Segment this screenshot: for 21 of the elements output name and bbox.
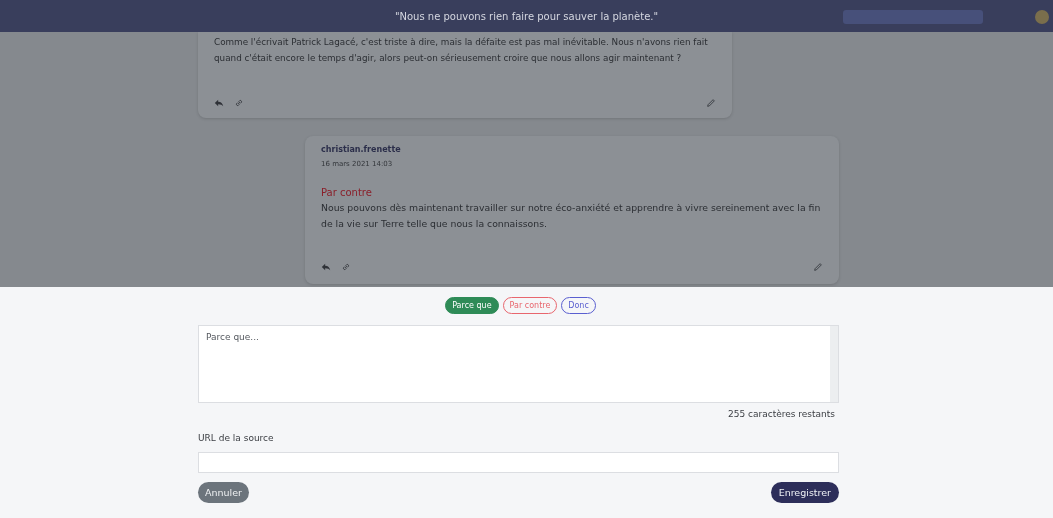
connector-label: Par contre (321, 187, 373, 198)
save-button[interactable]: Enregistrer (770, 482, 839, 503)
scrollbar[interactable] (830, 326, 838, 402)
page-title: "Nous ne pouvons rien faire pour sauver la planète." (394, 10, 659, 22)
source-url-field[interactable] (198, 452, 839, 473)
reply-icon[interactable] (214, 98, 224, 108)
pencil-icon[interactable] (813, 262, 823, 272)
comment-text: Nous pouvons dès maintenant travailler sur notre éco-anxiété et apprendre à vivre sereinement avec la fin de la vie sur Terre telle que nous la connaissons. (321, 201, 822, 231)
message-field[interactable]: Parce que... (198, 325, 839, 403)
cancel-button[interactable]: Annuler (198, 482, 249, 503)
field-label: URL de la source (198, 433, 275, 443)
pencil-icon[interactable] (706, 98, 716, 108)
comment-text: Comme l'écrivait Patrick Lagacé, c'est triste à dire, mais la défaite est pas mal inévitable. Nous n'avons rien fait (214, 36, 709, 49)
reply-icon[interactable] (321, 262, 331, 272)
link-icon[interactable] (341, 262, 351, 272)
avatar-icon[interactable] (1035, 10, 1049, 24)
link-icon[interactable] (234, 98, 244, 108)
characters-remaining: 255 caractères restants (728, 409, 835, 419)
comment-author: christian.frenette (321, 145, 402, 154)
comment-text: quand c'était encore le temps d'agir, alors peut-on sérieusement croire que nous allons agir maintenant ? (214, 52, 683, 65)
connector-tag[interactable]: Parce que (445, 297, 499, 314)
